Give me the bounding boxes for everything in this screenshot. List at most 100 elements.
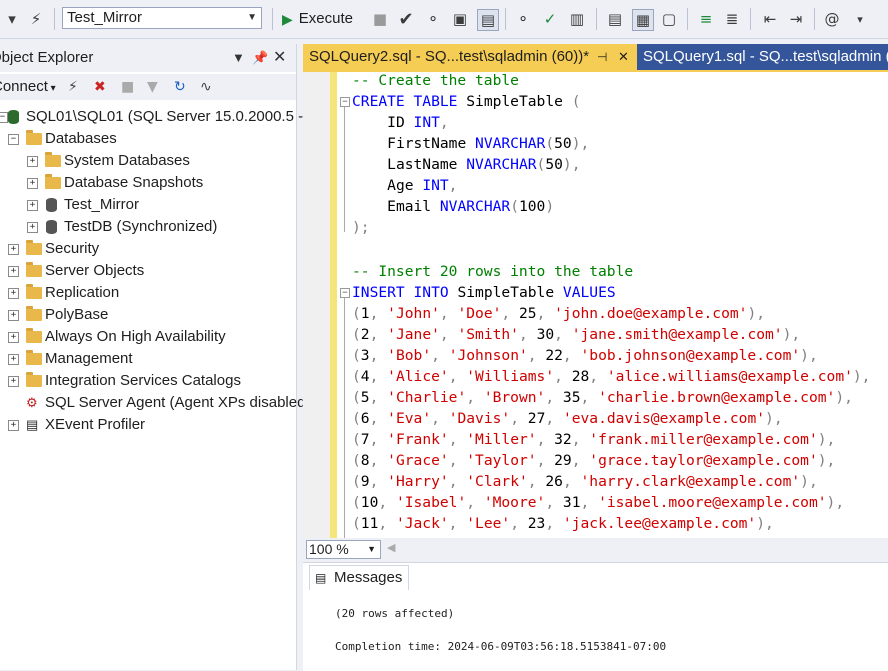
toolbar-separator: [505, 8, 506, 30]
change-tracking-bar: [330, 72, 337, 538]
code-line: FirstName NVARCHAR(50),: [387, 135, 590, 152]
code-identifier: SimpleTable: [457, 284, 555, 301]
chevron-down-icon: ▼: [247, 12, 257, 23]
query-plan-icon[interactable]: ⚬: [423, 9, 443, 29]
decrease-indent-icon[interactable]: ⇤: [760, 9, 780, 29]
expand-icon[interactable]: +: [8, 376, 19, 387]
dropdown-icon[interactable]: ▼: [232, 44, 245, 72]
editor-margin: [303, 72, 330, 538]
code-string: 'Davis': [448, 410, 511, 427]
expand-icon[interactable]: +: [8, 310, 19, 321]
tab-label: SQLQuery2.sql - SQ...test\sqladmin (60))…: [309, 48, 590, 65]
client-stats-icon[interactable]: ▥: [567, 9, 587, 29]
activity-monitor-icon[interactable]: ∿: [200, 74, 212, 100]
expand-icon[interactable]: +: [8, 288, 19, 299]
expand-icon[interactable]: +: [8, 332, 19, 343]
scroll-left-icon[interactable]: ◀: [387, 541, 395, 554]
code-number: 35: [562, 389, 581, 406]
results-to-text-icon[interactable]: ▤: [605, 9, 625, 29]
stop-icon[interactable]: ■: [121, 74, 134, 100]
code-string: 'frank.miller@example.com': [589, 431, 818, 448]
pin-icon[interactable]: 📌: [252, 44, 268, 72]
code-string: 'Jane': [387, 326, 440, 343]
folder-icon: [45, 152, 61, 167]
collapse-icon[interactable]: −: [8, 134, 19, 145]
folder-icon: [26, 306, 42, 321]
expand-icon[interactable]: +: [8, 244, 19, 255]
code-keyword: NVARCHAR: [466, 156, 537, 173]
toolbar-separator: [750, 8, 751, 30]
filter-icon[interactable]: ▾: [2, 9, 22, 29]
code-line: (1, 'John', 'Doe', 25, 'john.doe@example…: [352, 305, 766, 322]
code-line: Age INT,: [387, 177, 458, 194]
close-icon[interactable]: ✕: [273, 44, 286, 72]
pin-icon[interactable]: ⊣: [597, 44, 607, 70]
code-number: 3: [360, 347, 370, 364]
estimated-plan-icon[interactable]: ⚬: [513, 9, 533, 29]
parse-checkmark-icon[interactable]: ✔: [396, 9, 416, 30]
editor-status-bar: 100 % ▼ ◀: [303, 538, 888, 562]
disconnect-icon[interactable]: ✖: [94, 74, 106, 100]
connect-plug-icon[interactable]: ⚡: [68, 74, 78, 100]
actual-plan-icon[interactable]: ✓: [540, 9, 560, 29]
tree-node-label: SQL01\SQL01 (SQL Server 15.0.2000.5 - t: [26, 108, 312, 125]
code-keyword: NVARCHAR: [475, 135, 546, 152]
query-editor[interactable]: − − -- Create the table CREATE TABLE Sim…: [303, 72, 888, 538]
code-line: );: [352, 219, 370, 236]
results-to-grid-icon[interactable]: ▦: [632, 9, 654, 31]
database-select[interactable]: Test_Mirror ▼: [62, 7, 262, 29]
tree-node-label: System Databases: [64, 152, 190, 169]
query-options-icon[interactable]: ▣: [450, 9, 470, 29]
intellisense-icon[interactable]: ▤: [477, 9, 499, 31]
code-string: 'Harry': [387, 473, 449, 490]
specify-values-icon[interactable]: @: [822, 9, 842, 29]
connect-icon[interactable]: ⚡: [26, 9, 46, 29]
expand-icon[interactable]: +: [8, 266, 19, 277]
toolbar-separator: [814, 8, 815, 30]
expand-icon[interactable]: +: [27, 156, 38, 167]
fold-toggle-icon[interactable]: −: [340, 288, 350, 298]
comment-icon[interactable]: ≡: [696, 9, 716, 29]
connect-button[interactable]: Connect ▾: [0, 74, 56, 102]
connect-label: Connect: [0, 78, 48, 95]
code-string: 'charlie.brown@example.com': [598, 389, 836, 406]
collapse-icon[interactable]: −: [0, 112, 8, 123]
zoom-value: 100 %: [309, 541, 349, 557]
expand-icon[interactable]: +: [27, 200, 38, 211]
object-explorer-header: Object Explorer ▼ 📌 ✕: [0, 44, 296, 72]
tab-sqlquery2[interactable]: SQLQuery2.sql - SQ...test\sqladmin (60))…: [303, 44, 637, 70]
main-toolbar: ▾ ⚡ Test_Mirror ▼ ▶ Execute ■ ✔ ⚬ ▣ ▤ ⚬ …: [0, 0, 888, 39]
results-to-file-icon[interactable]: ▢: [659, 9, 679, 29]
expand-icon[interactable]: +: [8, 354, 19, 365]
tab-messages[interactable]: ▤ Messages: [309, 565, 410, 590]
tree-node-label: Security: [45, 240, 100, 257]
fold-toggle-icon[interactable]: −: [340, 97, 350, 107]
code-identifier: Email: [387, 198, 432, 215]
tab-sqlquery1[interactable]: SQLQuery1.sql - SQ...test\sqladmin (7: [637, 44, 888, 70]
expand-icon[interactable]: +: [8, 420, 19, 431]
refresh-icon[interactable]: ↻: [174, 74, 186, 100]
toolbar-overflow-icon[interactable]: ▾: [850, 9, 870, 29]
code-string: 'Lee': [466, 515, 511, 532]
code-line: Email NVARCHAR(100): [387, 198, 555, 215]
expand-icon[interactable]: +: [27, 178, 38, 189]
code-string: 'Moore': [483, 494, 546, 511]
code-number: 1: [360, 305, 370, 322]
uncomment-icon[interactable]: ≣: [722, 9, 742, 29]
filter-icon[interactable]: ▼: [147, 74, 158, 100]
stop-icon[interactable]: ■: [370, 9, 390, 29]
code-number: 10: [360, 494, 379, 511]
tree-node-label: XEvent Profiler: [45, 416, 146, 433]
increase-indent-icon[interactable]: ⇥: [786, 9, 806, 29]
toolbar-separator: [596, 8, 597, 30]
results-panel: ▤ Messages (20 rows affected) Completion…: [303, 562, 888, 671]
database-icon: [46, 198, 57, 212]
execute-button[interactable]: ▶ Execute: [282, 8, 353, 30]
code-string: 'Williams': [466, 368, 555, 385]
zoom-select[interactable]: 100 % ▼: [306, 540, 381, 559]
code-string: 'Frank': [387, 431, 449, 448]
tree-node-label: Test_Mirror: [64, 196, 140, 213]
expand-icon[interactable]: +: [27, 222, 38, 233]
close-icon[interactable]: ✕: [618, 44, 629, 70]
code-string: 'Doe': [457, 305, 502, 322]
